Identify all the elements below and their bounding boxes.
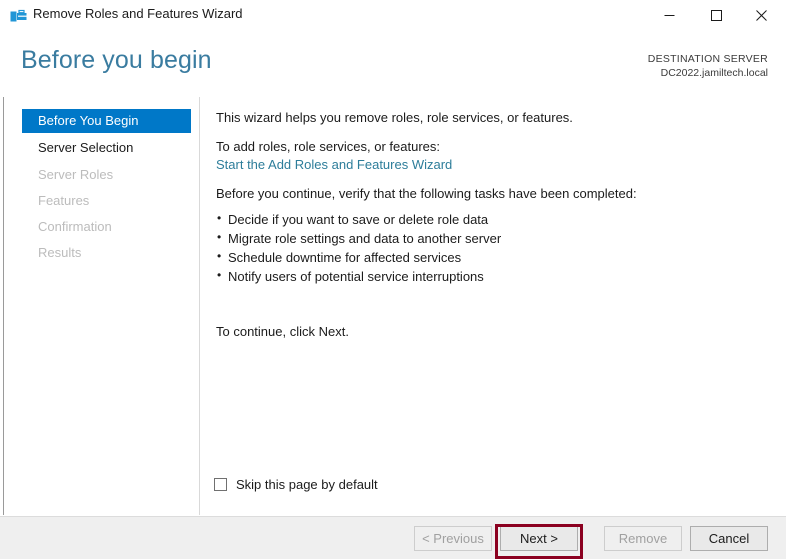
wizard-window: Remove Roles and Features Wizard Before … [0,0,786,558]
server-manager-icon [10,7,27,23]
destination-server-block: DESTINATION SERVER DC2022.jamiltech.loca… [648,52,768,80]
sidebar-item-before-you-begin[interactable]: Before You Begin [22,109,191,133]
sidebar-item-features: Features [22,189,191,213]
prerequisite-task-list: Decide if you want to save or delete rol… [216,210,501,286]
add-roles-prompt: To add roles, role services, or features… [216,139,440,154]
previous-button: < Previous [414,526,492,551]
add-roles-wizard-link[interactable]: Start the Add Roles and Features Wizard [216,157,452,172]
window-title: Remove Roles and Features Wizard [33,6,243,21]
destination-server-label: DESTINATION SERVER [648,52,768,66]
sidebar-item-server-roles: Server Roles [22,163,191,187]
skip-page-row: Skip this page by default [214,477,378,492]
remove-button: Remove [604,526,682,551]
intro-text: This wizard helps you remove roles, role… [216,110,573,125]
next-button[interactable]: Next > [500,526,578,551]
list-item: Decide if you want to save or delete rol… [216,210,501,229]
list-item: Notify users of potential service interr… [216,267,501,286]
maximize-button[interactable] [694,0,739,30]
wizard-steps-nav: Before You Begin Server Selection Server… [4,97,199,515]
list-item: Schedule downtime for affected services [216,248,501,267]
wizard-content: This wizard helps you remove roles, role… [200,97,786,515]
minimize-button[interactable] [647,0,692,30]
continue-text: To continue, click Next. [216,324,349,339]
close-button[interactable] [739,0,784,30]
sidebar-item-results: Results [22,241,191,265]
cancel-button[interactable]: Cancel [690,526,768,551]
title-bar: Remove Roles and Features Wizard [0,0,786,30]
sidebar-item-confirmation: Confirmation [22,215,191,239]
skip-page-label: Skip this page by default [236,477,378,492]
sidebar-item-server-selection[interactable]: Server Selection [22,136,191,160]
destination-server-name: DC2022.jamiltech.local [648,66,768,80]
list-item: Migrate role settings and data to anothe… [216,229,501,248]
wizard-header: Before you begin DESTINATION SERVER DC20… [0,30,786,97]
verify-tasks-prompt: Before you continue, verify that the fol… [216,186,637,201]
wizard-footer: < Previous Next > Remove Cancel [0,516,786,559]
skip-page-checkbox[interactable] [214,478,227,491]
page-title: Before you begin [21,46,212,75]
